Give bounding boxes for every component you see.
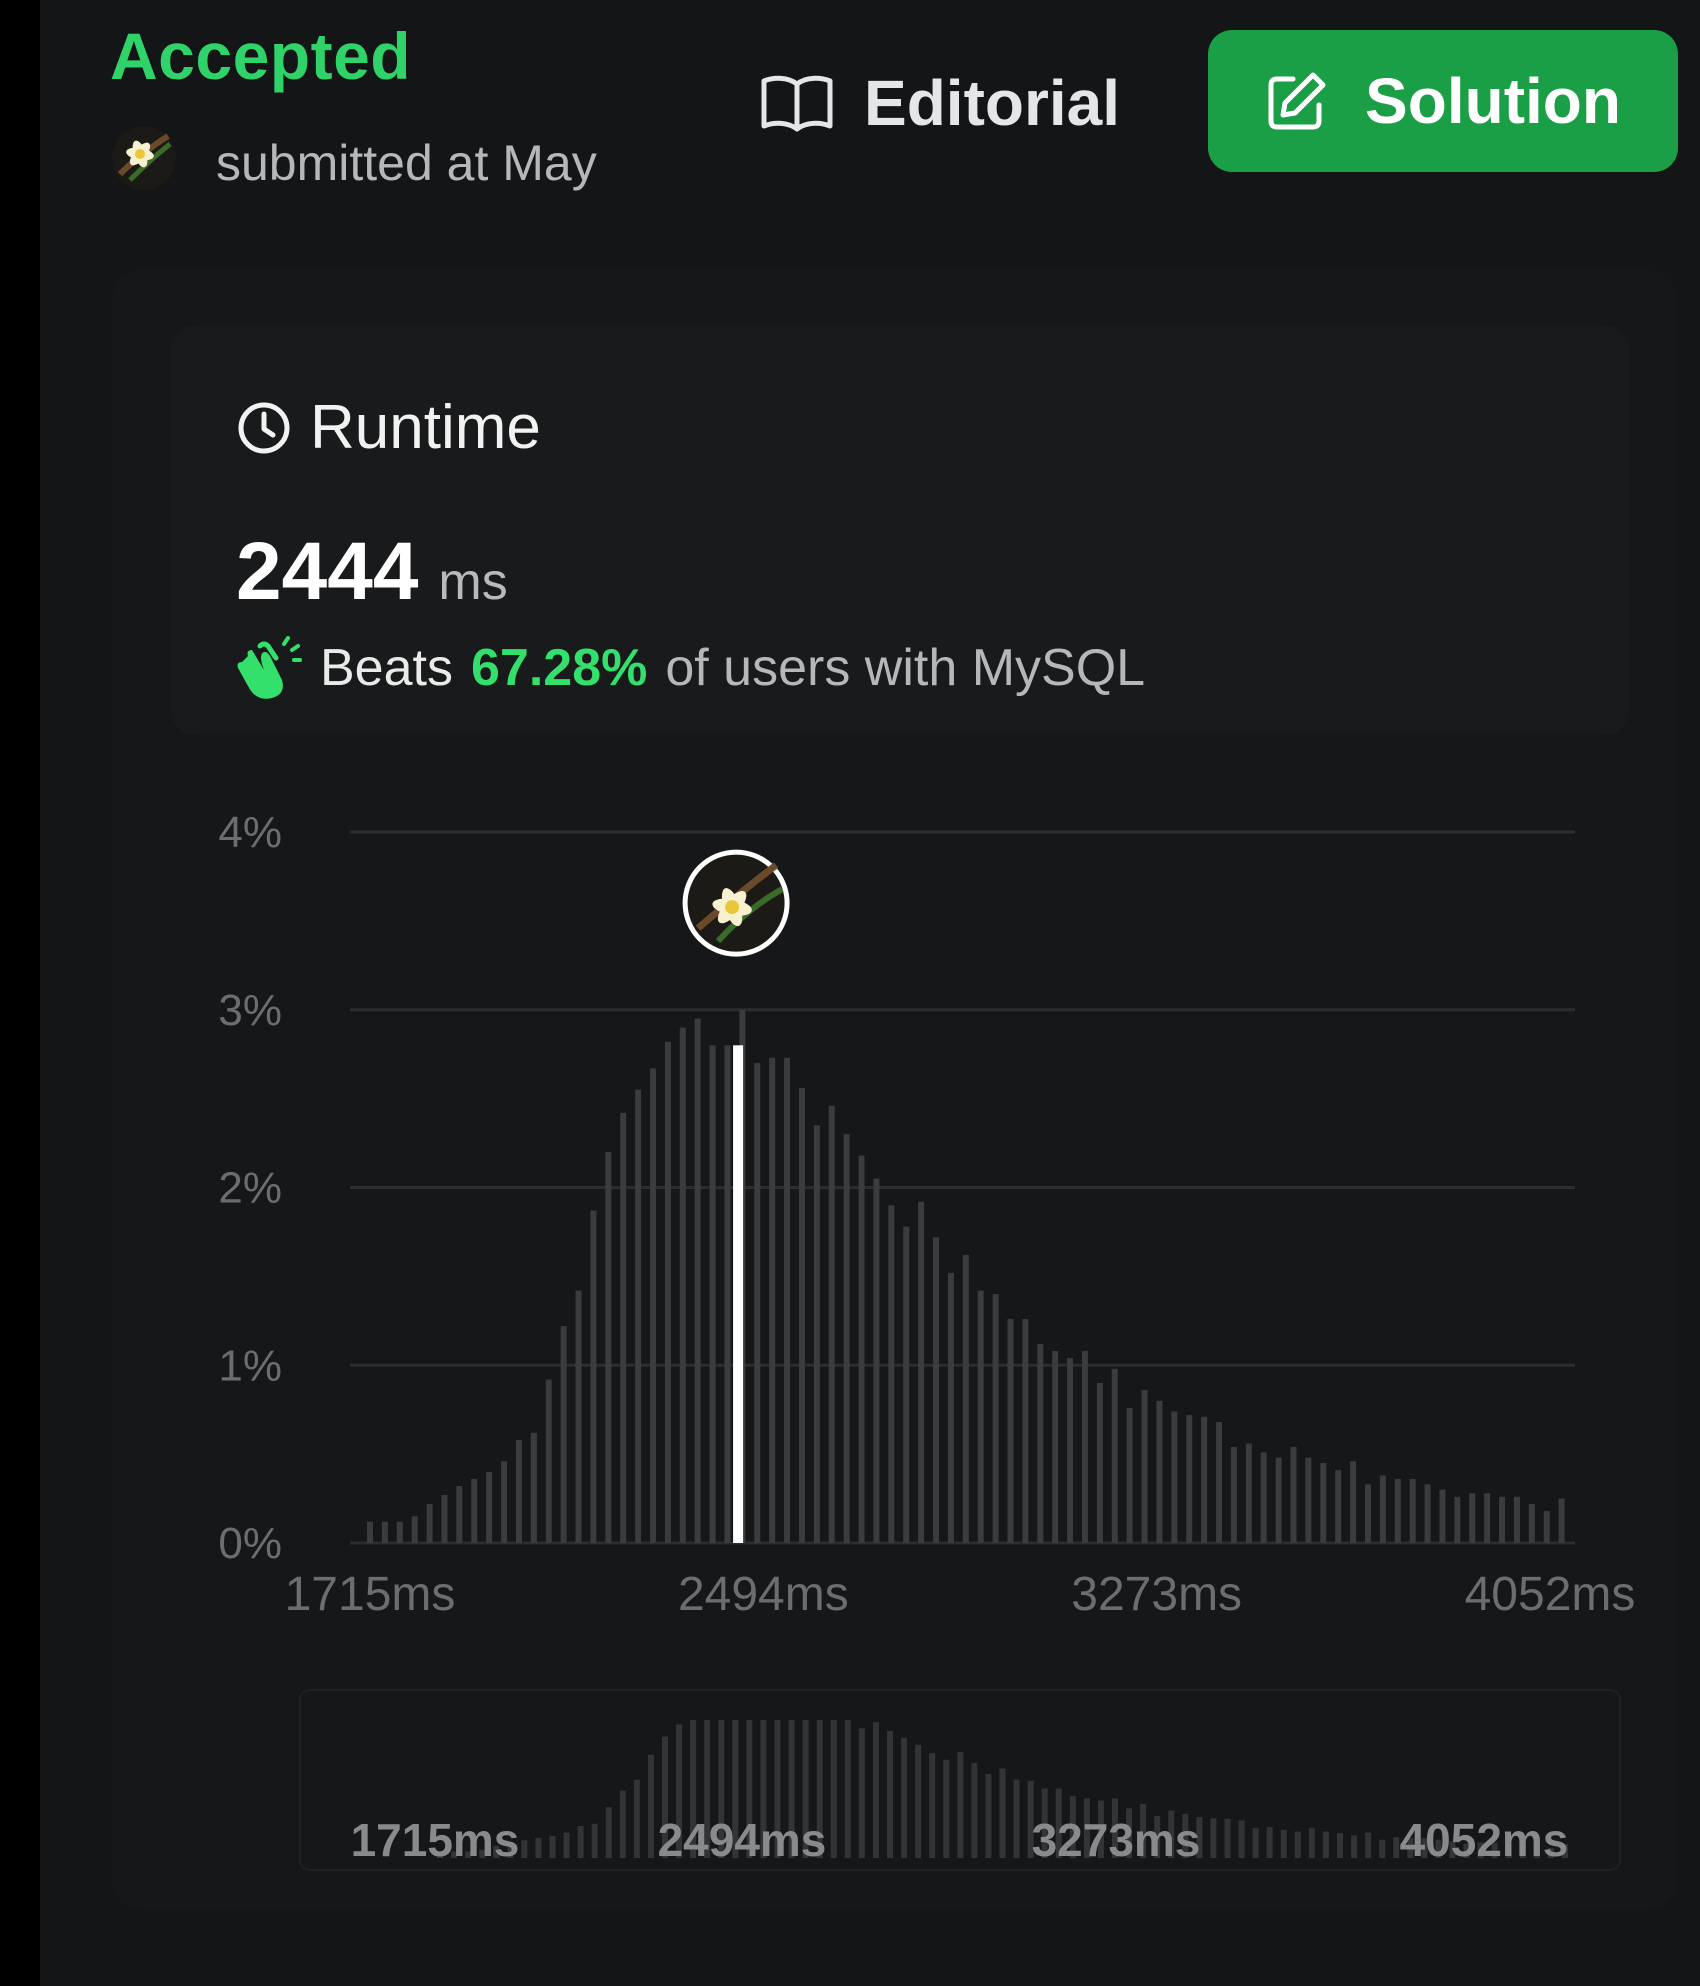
vanilla-flower-avatar-icon[interactable]	[110, 124, 178, 192]
runtime-unit: ms	[438, 553, 508, 611]
runtime-title: Runtime	[310, 393, 541, 462]
left-edge-strip	[0, 0, 40, 1986]
runtime-number: 2444	[236, 526, 419, 617]
solution-button[interactable]: Solution	[1208, 30, 1678, 172]
clapping-hands-icon	[237, 636, 302, 699]
beats-prefix: Beats	[320, 639, 453, 697]
beats-percent: 67.28%	[470, 639, 648, 697]
submitted-at-text: submitted at May	[216, 135, 597, 191]
submission-result-panel: Accepted submitted at May Editorial Solu…	[0, 0, 1700, 1986]
beats-line: Beats 67.28% of users with MySQL	[234, 636, 1145, 700]
editorial-button[interactable]: Editorial	[760, 58, 1120, 148]
runtime-value: 2444 ms	[236, 525, 508, 619]
solution-label: Solution	[1365, 65, 1621, 137]
edit-icon	[1268, 72, 1326, 130]
editorial-label: Editorial	[864, 67, 1121, 139]
runtime-header: Runtime	[236, 392, 541, 463]
submission-status: Accepted	[110, 19, 412, 93]
beats-suffix: of users with MySQL	[665, 639, 1146, 697]
book-icon	[761, 75, 833, 132]
clock-icon	[238, 402, 290, 453]
